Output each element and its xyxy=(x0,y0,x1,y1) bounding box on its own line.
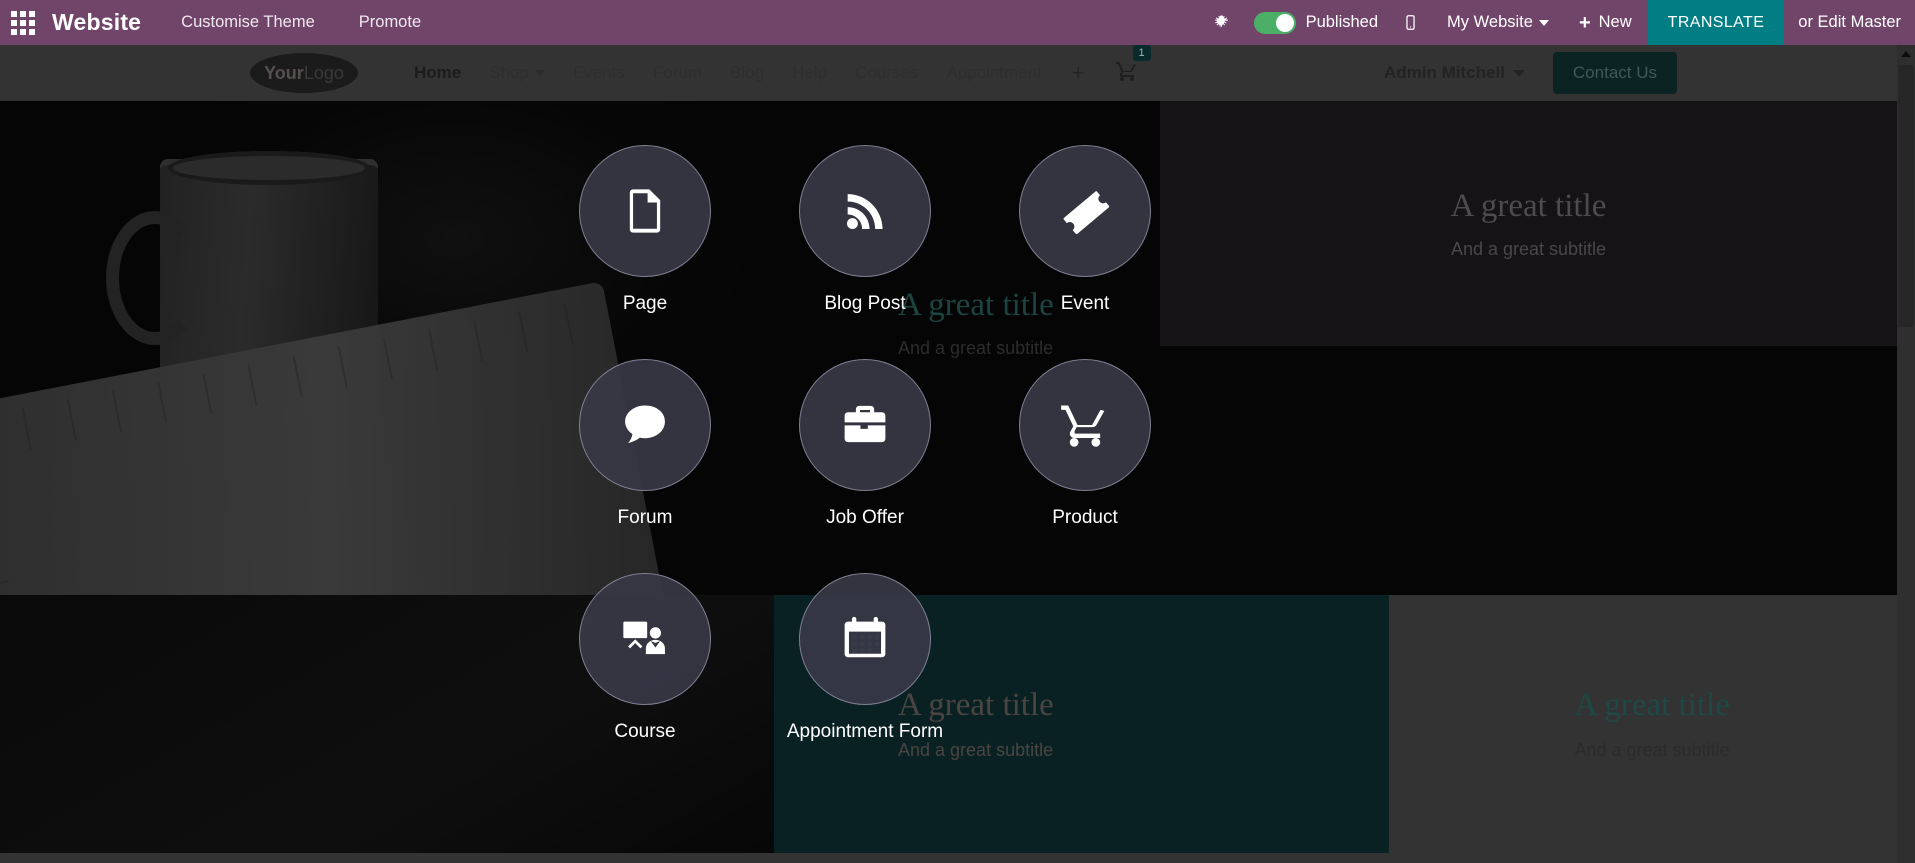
plus-icon: + xyxy=(1578,11,1591,34)
website-selector-label: My Website xyxy=(1447,13,1533,31)
menu-customise-theme[interactable]: Customise Theme xyxy=(181,13,315,32)
add-menu-item-button[interactable]: + xyxy=(1056,62,1101,84)
nav-item-shop[interactable]: Shop xyxy=(475,63,559,83)
new-content-course[interactable]: Course xyxy=(535,573,755,743)
translate-button[interactable]: TRANSLATE xyxy=(1647,0,1785,45)
nav-item-blog[interactable]: Blog xyxy=(716,63,778,83)
shopping-cart-icon xyxy=(1019,359,1151,491)
nav-item-appointment[interactable]: Appointment xyxy=(932,63,1055,83)
scrollbar-thumb[interactable] xyxy=(1898,65,1914,327)
page-scrollbar[interactable] xyxy=(1897,45,1915,863)
band-right-title: A great title xyxy=(1574,687,1730,723)
odoo-systray: Website Customise Theme Promote Publishe… xyxy=(0,0,1915,45)
site-nav: Home Shop Events Forum Blog Help Courses… xyxy=(400,45,1151,88)
shopping-cart-icon xyxy=(1115,61,1136,81)
new-content-appointment-form[interactable]: Appointment Form xyxy=(755,573,975,743)
nav-item-events[interactable]: Events xyxy=(559,63,639,83)
hero-right-text-block: A great title And a great subtitle xyxy=(1160,101,1897,346)
ticket-icon xyxy=(1019,145,1151,277)
systray-right: Published My Website + New TRANSLATE or … xyxy=(1199,0,1915,45)
nav-item-help[interactable]: Help xyxy=(778,63,841,83)
new-content-page-label: Page xyxy=(622,293,668,314)
user-name: Admin Mitchell xyxy=(1384,63,1505,82)
new-content-product[interactable]: Product xyxy=(975,359,1195,529)
scroll-up-arrow-icon[interactable] xyxy=(1897,45,1915,63)
band-right-subtitle: And a great subtitle xyxy=(1574,740,1730,760)
rss-icon xyxy=(799,145,931,277)
new-content-event[interactable]: Event xyxy=(975,145,1195,315)
site-header-right: Admin Mitchell Contact Us xyxy=(1384,52,1897,94)
website-selector[interactable]: My Website xyxy=(1433,13,1563,32)
hero-right-title: A great title xyxy=(1450,187,1607,224)
app-title: Website xyxy=(52,9,142,35)
new-content-appointment-form-label: Appointment Form xyxy=(786,721,944,742)
band-left-subtitle: And a great subtitle xyxy=(898,740,1054,760)
chevron-down-icon xyxy=(534,70,545,76)
presentation-teacher-icon xyxy=(579,573,711,705)
document-icon xyxy=(579,145,711,277)
publish-toggle[interactable]: Published xyxy=(1244,11,1388,34)
new-content-forum[interactable]: Forum xyxy=(535,359,755,529)
chevron-down-icon xyxy=(1538,19,1549,26)
new-content-blog-post[interactable]: Blog Post xyxy=(755,145,975,315)
site-header: YourLogo Home Shop Events Forum Blog Hel… xyxy=(0,45,1897,101)
cart-count-badge: 1 xyxy=(1132,45,1151,61)
cart-button[interactable]: 1 xyxy=(1101,45,1151,88)
website-canvas: YourLogo Home Shop Events Forum Blog Hel… xyxy=(0,45,1897,863)
comment-icon xyxy=(579,359,711,491)
new-content-page[interactable]: Page xyxy=(535,145,755,315)
bug-icon[interactable] xyxy=(1199,0,1244,45)
mobile-preview-icon[interactable] xyxy=(1388,0,1433,45)
new-content-job-offer[interactable]: Job Offer xyxy=(755,359,975,529)
user-menu[interactable]: Admin Mitchell xyxy=(1384,63,1525,83)
new-content-course-label: Course xyxy=(614,721,676,742)
new-content-forum-label: Forum xyxy=(617,507,673,528)
hero-right-subtitle: And a great subtitle xyxy=(1450,238,1607,259)
nav-item-courses[interactable]: Courses xyxy=(841,63,932,83)
new-content-job-offer-label: Job Offer xyxy=(826,507,904,528)
chevron-down-icon xyxy=(1512,69,1525,77)
edit-master-button[interactable]: or Edit Master xyxy=(1784,13,1915,32)
contact-us-button[interactable]: Contact Us xyxy=(1552,52,1677,94)
site-logo[interactable]: YourLogo xyxy=(250,53,358,93)
nav-item-forum[interactable]: Forum xyxy=(639,63,716,83)
briefcase-icon xyxy=(799,359,931,491)
calendar-icon xyxy=(799,573,931,705)
band-right-block: A great title And a great subtitle xyxy=(1389,595,1897,853)
lower-section xyxy=(0,853,1897,863)
new-content-product-label: Product xyxy=(1052,507,1118,528)
new-content-blog-post-label: Blog Post xyxy=(824,293,906,314)
new-content-grid: Page Blog Post Event Forum Job Offer Pro… xyxy=(535,145,1195,743)
site-logo-text: YourLogo xyxy=(264,62,344,83)
menu-promote[interactable]: Promote xyxy=(359,13,421,32)
apps-grid-icon[interactable] xyxy=(0,0,46,45)
publish-switch[interactable] xyxy=(1253,11,1296,34)
new-button-label: New xyxy=(1598,13,1632,31)
new-content-event-label: Event xyxy=(1060,293,1110,314)
publish-label: Published xyxy=(1305,13,1379,31)
new-button[interactable]: + New xyxy=(1563,0,1648,45)
nav-item-home[interactable]: Home xyxy=(400,63,475,83)
